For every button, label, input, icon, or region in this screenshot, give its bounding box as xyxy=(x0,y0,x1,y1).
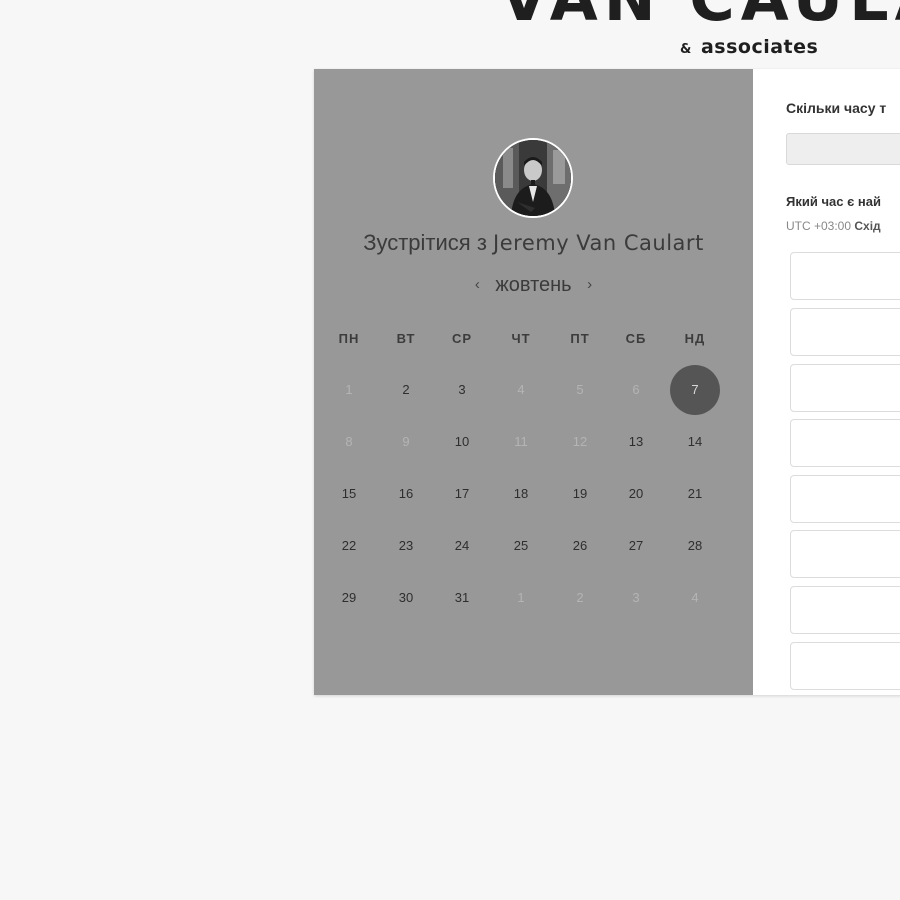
time-slot-button[interactable] xyxy=(790,586,900,634)
chevron-right-icon[interactable]: › xyxy=(577,276,602,293)
time-slot-button[interactable] xyxy=(790,364,900,412)
booking-card: Зустрітися з Jeremy Van Caulart ‹ жовтен… xyxy=(314,69,900,695)
time-slot-button[interactable] xyxy=(790,308,900,356)
calendar-day[interactable]: 16 xyxy=(381,469,431,519)
brand-sub-label: associates xyxy=(700,36,819,58)
timezone-offset: UTC +03:00 xyxy=(786,219,855,233)
calendar-day[interactable]: 22 xyxy=(324,521,374,571)
month-label: жовтень xyxy=(495,274,572,296)
calendar-day-disabled: 8 xyxy=(345,434,353,449)
duration-question: Скільки часу т xyxy=(786,100,887,116)
meet-prefix: Зустрітися з xyxy=(363,230,494,255)
time-slot-button[interactable] xyxy=(790,530,900,578)
calendar-panel: Зустрітися з Jeremy Van Caulart ‹ жовтен… xyxy=(314,69,753,695)
calendar-day[interactable]: 15 xyxy=(324,469,374,519)
weekday-label: ПН xyxy=(338,331,360,346)
chevron-left-icon[interactable]: ‹ xyxy=(465,276,490,293)
weekday-label: ВТ xyxy=(396,331,416,346)
brand-subtitle: & associates xyxy=(680,36,818,58)
weekday-label: СР xyxy=(451,331,473,346)
timezone-label: UTC +03:00 Схід xyxy=(786,219,881,233)
calendar-day[interactable]: 14 xyxy=(670,417,720,467)
weekday-label: СБ xyxy=(625,331,647,346)
time-slot-button[interactable] xyxy=(790,475,900,523)
weekday-label: ПТ xyxy=(570,331,590,346)
calendar-day-disabled: 12 xyxy=(572,434,588,449)
weekday-label: НД xyxy=(684,331,706,346)
calendar-day[interactable]: 3 xyxy=(437,365,487,415)
calendar-day[interactable]: 31 xyxy=(437,573,487,623)
calendar-day[interactable]: 28 xyxy=(670,521,720,571)
calendar-day[interactable]: 23 xyxy=(381,521,431,571)
calendar-day[interactable]: 24 xyxy=(437,521,487,571)
brand-ampersand: & xyxy=(680,42,692,57)
time-slot-button[interactable] xyxy=(790,642,900,690)
calendar-day[interactable]: 30 xyxy=(381,573,431,623)
calendar-day[interactable]: 27 xyxy=(611,521,661,571)
calendar-day[interactable]: 29 xyxy=(324,573,374,623)
calendar-day-disabled: 9 xyxy=(402,434,410,449)
calendar-day[interactable]: 20 xyxy=(611,469,661,519)
calendar-day-outside-month: 4 xyxy=(691,590,699,605)
calendar-day-disabled: 1 xyxy=(345,382,353,397)
duration-select[interactable] xyxy=(786,133,900,165)
calendar-day-selected[interactable]: 7 xyxy=(670,365,720,415)
calendar-day-disabled: 11 xyxy=(514,434,528,449)
calendar-day-disabled: 6 xyxy=(632,382,640,397)
weekday-label: ЧТ xyxy=(511,331,531,346)
person-photo-icon xyxy=(495,140,571,216)
timezone-name: Схід xyxy=(854,219,881,233)
calendar-day-outside-month: 3 xyxy=(632,590,640,605)
host-name: Jeremy Van Caulart xyxy=(493,231,704,255)
calendar-day-disabled: 5 xyxy=(576,382,584,397)
calendar-day-outside-month: 2 xyxy=(576,590,584,605)
time-slot-button[interactable] xyxy=(790,252,900,300)
calendar-day-outside-month: 1 xyxy=(517,590,525,605)
host-avatar xyxy=(493,138,573,218)
meet-title: Зустрітися з Jeremy Van Caulart xyxy=(314,230,753,256)
calendar-day[interactable]: 13 xyxy=(611,417,661,467)
time-question: Який час є най xyxy=(786,194,881,209)
calendar-day[interactable]: 21 xyxy=(670,469,720,519)
calendar-day[interactable]: 17 xyxy=(437,469,487,519)
calendar-day[interactable]: 18 xyxy=(496,469,546,519)
brand-logo: VAN CAULA xyxy=(500,0,900,35)
calendar-day[interactable]: 10 xyxy=(437,417,487,467)
booking-page: VAN CAULA & associates xyxy=(0,0,900,900)
month-navigator: ‹ жовтень › xyxy=(314,274,753,297)
calendar-day[interactable]: 26 xyxy=(555,521,605,571)
calendar-day[interactable]: 25 xyxy=(496,521,546,571)
calendar-day[interactable]: 2 xyxy=(381,365,431,415)
time-slot-button[interactable] xyxy=(790,419,900,467)
calendar-day-disabled: 4 xyxy=(517,382,525,397)
booking-panel: Скільки часу т Який час є най UTC +03:00… xyxy=(753,69,900,695)
calendar-day[interactable]: 19 xyxy=(555,469,605,519)
